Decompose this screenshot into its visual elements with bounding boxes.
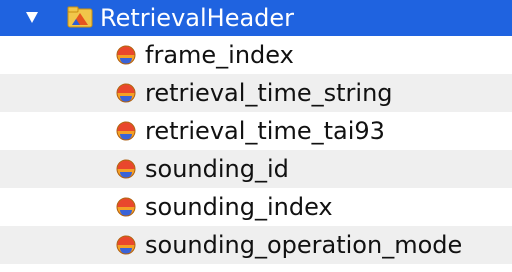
tree-view: RetrievalHeader frame_index retrieval_ti… (0, 0, 512, 272)
tree-item-label: retrieval_time_tai93 (145, 117, 385, 145)
tree-item-label: frame_index (145, 41, 294, 69)
tree-item-sounding-operation-mode[interactable]: sounding_operation_mode (0, 226, 512, 264)
tree-group-retrievalheader[interactable]: RetrievalHeader (0, 0, 512, 36)
dataset-icon (116, 235, 136, 255)
tree-item-sounding-index[interactable]: sounding_index (0, 188, 512, 226)
tree-item-label: sounding_id (145, 155, 289, 183)
tree-item-label: sounding_operation_mode (145, 231, 463, 259)
dataset-icon (116, 45, 136, 65)
dataset-icon (116, 159, 136, 179)
dataset-icon (116, 121, 136, 141)
dataset-icon (116, 197, 136, 217)
tree-item-retrieval-time-string[interactable]: retrieval_time_string (0, 74, 512, 112)
tree-item-label: sounding_index (145, 193, 333, 221)
dataset-icon (116, 83, 136, 103)
tree-item-sounding-id[interactable]: sounding_id (0, 150, 512, 188)
disclosure-triangle-icon[interactable] (26, 12, 38, 23)
group-label: RetrievalHeader (100, 4, 295, 32)
tree-item-retrieval-time-tai93[interactable]: retrieval_time_tai93 (0, 112, 512, 150)
tree-item-label: retrieval_time_string (145, 79, 393, 107)
folder-group-icon (67, 6, 93, 28)
tree-item-frame-index[interactable]: frame_index (0, 36, 512, 74)
